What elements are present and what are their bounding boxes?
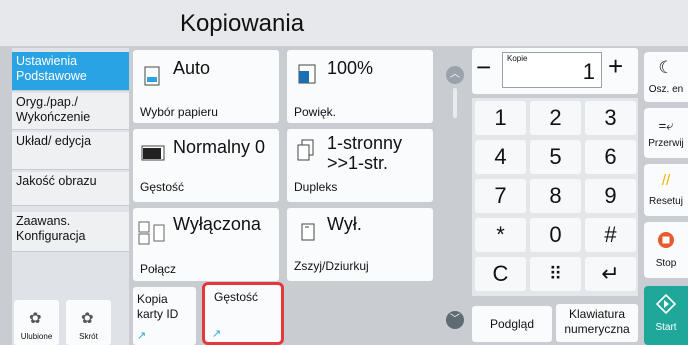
clear-key[interactable]: C: [475, 257, 526, 291]
scroll-down-button[interactable]: ﹀: [446, 311, 464, 329]
scrollbar[interactable]: [453, 88, 457, 118]
arrow-icon: ↗: [137, 330, 147, 342]
key-3[interactable]: 3: [585, 101, 636, 135]
zoom-tile[interactable]: 100% Powięk.: [287, 50, 433, 123]
key-0[interactable]: 0: [530, 218, 581, 252]
key-9[interactable]: 9: [585, 179, 636, 213]
sidebar-item-image-quality[interactable]: Jakość obrazu: [12, 172, 129, 206]
copies-box: − Kopie 1 +: [472, 48, 638, 94]
title-bar: Kopiowania: [0, 0, 688, 46]
copies-field[interactable]: Kopie 1: [502, 52, 602, 88]
start-button[interactable]: Start: [644, 286, 688, 345]
key-hash[interactable]: #: [585, 218, 636, 252]
gear-icon: ✿: [81, 310, 94, 327]
key-6[interactable]: 6: [585, 140, 636, 174]
moon-icon: ☾: [658, 58, 674, 77]
key-4[interactable]: 4: [475, 140, 526, 174]
sidebar-item-advanced[interactable]: Zaawans. Konfiguracja: [12, 212, 129, 252]
key-8[interactable]: 8: [530, 179, 581, 213]
staple-tile[interactable]: Wył. Zszyj/Dziurkuj: [287, 208, 433, 281]
density-tile[interactable]: Normalny 0 Gęstość: [133, 129, 279, 202]
page-title: Kopiowania: [179, 10, 305, 37]
key-2[interactable]: 2: [530, 101, 581, 135]
key-7[interactable]: 7: [475, 179, 526, 213]
numeric-keyboard-button[interactable]: Klawiatura numeryczna: [556, 304, 638, 342]
combine-icon: [138, 221, 165, 245]
energy-saver-button[interactable]: ☾ Osz. en: [644, 52, 688, 102]
density-shortcut-tile[interactable]: Gęstość ↗: [202, 282, 284, 345]
paper-select-tile[interactable]: Auto Wybór papieru: [133, 50, 279, 123]
minus-button[interactable]: −: [476, 54, 491, 80]
scroll-up-button[interactable]: ︿: [446, 66, 464, 84]
combine-tile[interactable]: Wyłączona Połącz: [133, 208, 279, 281]
sidebar-item-layout[interactable]: Układ/ edycja: [12, 132, 129, 170]
shortcut-button[interactable]: ✿ Skrót: [66, 300, 111, 345]
sidebar-item-original-paper[interactable]: Oryg./pap./ Wykończenie: [12, 93, 129, 130]
paper-icon: [144, 66, 160, 86]
start-icon: [644, 293, 688, 317]
interrupt-button[interactable]: =⤶ Przerwij: [644, 108, 688, 158]
reset-icon: //: [661, 172, 671, 189]
zoom-icon: [298, 64, 316, 84]
interrupt-icon: =⤶: [658, 118, 674, 133]
key-1[interactable]: 1: [475, 101, 526, 135]
duplex-icon: [297, 139, 314, 161]
preview-button[interactable]: Podgląd: [472, 306, 552, 342]
reset-button[interactable]: // Resetuj: [644, 164, 688, 216]
staple-icon: [301, 223, 315, 241]
arrow-icon: ↗: [212, 328, 222, 340]
sidebar-item-basic[interactable]: Ustawienia Podstawowe: [12, 52, 129, 91]
density-icon: [141, 145, 165, 161]
gear-icon: ✿: [29, 310, 42, 327]
stop-button[interactable]: Stop: [644, 222, 688, 278]
id-card-copy-tile[interactable]: Kopia karty ID ↗: [133, 287, 196, 345]
grid-icon[interactable]: ⠿: [530, 257, 581, 291]
duplex-tile[interactable]: 1-stronny >>1-str. Dupleks: [287, 129, 433, 202]
key-5[interactable]: 5: [530, 140, 581, 174]
enter-key[interactable]: ↵: [585, 257, 636, 291]
favorites-button[interactable]: ✿ Ulubione: [14, 300, 59, 345]
stop-icon: [644, 231, 688, 252]
plus-button[interactable]: +: [608, 52, 623, 80]
key-star[interactable]: *: [475, 218, 526, 252]
